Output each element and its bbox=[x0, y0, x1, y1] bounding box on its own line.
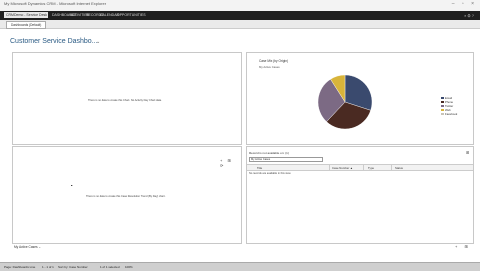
chevron-down-icon: ⌄ bbox=[38, 245, 42, 249]
chevron-down-icon[interactable]: ⌄ bbox=[96, 39, 100, 45]
legend-label: Facebook bbox=[445, 112, 458, 116]
view-selector[interactable]: My Active Cases bbox=[249, 157, 323, 162]
active-cases-list-pane: Record is not available on: (1) My Activ… bbox=[246, 146, 474, 244]
nav-right-icons[interactable]: ⌕ ⚙ ? bbox=[464, 13, 474, 18]
column-type[interactable]: Type bbox=[368, 166, 374, 170]
case-mix-chart-pane: Case Mix (by Origin) My Active Cases Ema… bbox=[246, 52, 474, 145]
dashboard-title[interactable]: Customer Service Dashbo... bbox=[10, 38, 98, 45]
column-divider bbox=[391, 165, 392, 170]
nav-app-switcher[interactable]: CRMDemo - Service Desk bbox=[4, 12, 48, 18]
case-mix-pie-chart bbox=[317, 74, 373, 130]
grid-icon[interactable]: ⊞ bbox=[466, 150, 471, 155]
status-sort: Sort by: Case Number bbox=[58, 265, 88, 269]
status-page: Page: Dashboards Line bbox=[4, 265, 36, 269]
window-controls[interactable]: – ▫ × bbox=[452, 1, 477, 7]
grid-header: Title Case Number ▲ Type Status bbox=[247, 164, 473, 171]
status-zoom: 100% bbox=[125, 265, 133, 269]
legend-swatch bbox=[441, 113, 444, 116]
nav-bar: CRMDemo - Service Desk DASHBOARDS ACTIVI… bbox=[0, 11, 480, 20]
column-title[interactable]: Title bbox=[257, 166, 262, 170]
footer-view-label[interactable]: My Active Cases ⌄ bbox=[14, 245, 41, 249]
chart-toolbar-icons[interactable]: + ⊞ ⟳ bbox=[220, 158, 241, 168]
bottom-left-chart-pane: + ⊞ ⟳ There is no data to create this Ca… bbox=[12, 146, 242, 244]
bottom-left-empty-message: There is no data to create this Case Res… bbox=[86, 195, 166, 198]
top-left-empty-message: There is no data to create this Chart. N… bbox=[88, 99, 162, 102]
mouse-cursor bbox=[71, 185, 73, 186]
footer-icons[interactable]: + ⊞ bbox=[455, 244, 471, 249]
window-title: My Microsoft Dynamics CRM - Microsoft In… bbox=[4, 1, 107, 6]
top-left-chart-pane: There is no data to create this Chart. N… bbox=[12, 52, 242, 145]
footer-view-text: My Active Cases bbox=[14, 245, 38, 249]
legend-item: Facebook bbox=[441, 112, 457, 116]
dashboard-tab[interactable]: Dashboards (Default) bbox=[6, 21, 47, 29]
column-divider bbox=[329, 165, 330, 170]
status-selection: 1 of 1 selected bbox=[100, 265, 120, 269]
list-pane-label: Record is not available on: (1) bbox=[249, 151, 289, 155]
column-case-number[interactable]: Case Number ▲ bbox=[332, 166, 353, 170]
nav-item-opportunities[interactable]: OPPORTUNITIES bbox=[117, 13, 146, 17]
column-divider bbox=[363, 165, 364, 170]
command-bar: Dashboards (Default) bbox=[0, 20, 480, 29]
grid-empty-message: No records are available in this view. bbox=[249, 172, 292, 175]
column-status[interactable]: Status bbox=[395, 166, 403, 170]
status-record-count: 1 - 1 of 1 bbox=[42, 265, 54, 269]
